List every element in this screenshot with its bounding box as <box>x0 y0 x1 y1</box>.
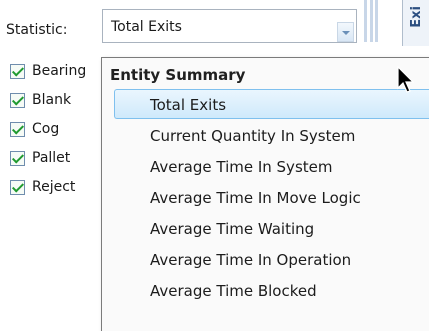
checkbox-reject[interactable] <box>10 180 25 195</box>
entity-row-bearing[interactable]: Bearing <box>10 60 102 89</box>
option-average-time-waiting[interactable]: Average Time Waiting <box>150 220 314 238</box>
splitter-bar[interactable] <box>364 0 367 42</box>
checkbox-pallet[interactable] <box>10 151 25 166</box>
side-tab[interactable]: Exi <box>402 0 429 46</box>
entity-row-reject[interactable]: Reject <box>10 176 102 205</box>
entity-row-blank[interactable]: Blank <box>10 89 102 118</box>
checkbox-cog[interactable] <box>10 122 25 137</box>
check-icon <box>11 93 25 106</box>
group-header-entity-summary: Entity Summary <box>110 66 246 84</box>
statistic-selected-value: Total Exits <box>111 19 182 35</box>
option-total-exits[interactable]: Total Exits <box>150 96 226 114</box>
check-icon <box>11 180 25 193</box>
entity-label: Cog <box>32 121 60 137</box>
option-average-time-blocked[interactable]: Average Time Blocked <box>150 282 317 300</box>
entity-label: Blank <box>32 92 72 108</box>
splitter-bar[interactable] <box>375 0 378 42</box>
check-icon <box>11 64 25 77</box>
statistic-combobox[interactable]: Total Exits <box>102 9 357 43</box>
checkbox-blank[interactable] <box>10 93 25 108</box>
entity-label: Pallet <box>32 150 71 166</box>
entity-row-pallet[interactable]: Pallet <box>10 147 102 176</box>
option-average-time-in-move-logic[interactable]: Average Time In Move Logic <box>150 189 361 207</box>
option-current-quantity-in-system[interactable]: Current Quantity In System <box>150 127 355 145</box>
entity-checkbox-list: Bearing Blank Cog Pallet Reject <box>10 60 102 205</box>
side-tab-label: Exi <box>409 6 424 28</box>
statistic-label: Statistic: <box>6 22 68 38</box>
splitter-bar[interactable] <box>370 0 373 42</box>
chevron-down-icon <box>342 31 350 35</box>
combobox-dropdown-button[interactable] <box>337 22 354 42</box>
check-icon <box>11 122 25 135</box>
statistic-dropdown-list: Entity Summary Total Exits Current Quant… <box>101 57 429 331</box>
entity-label: Bearing <box>32 63 87 79</box>
check-icon <box>11 151 25 164</box>
entity-label: Reject <box>32 179 76 195</box>
checkbox-bearing[interactable] <box>10 64 25 79</box>
entity-row-cog[interactable]: Cog <box>10 118 102 147</box>
option-average-time-in-operation[interactable]: Average Time In Operation <box>150 251 351 269</box>
option-average-time-in-system[interactable]: Average Time In System <box>150 158 332 176</box>
mouse-pointer-icon <box>397 66 415 93</box>
